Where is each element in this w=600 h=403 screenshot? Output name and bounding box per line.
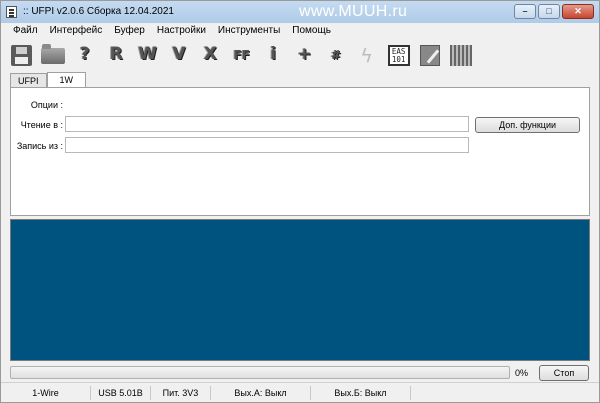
menu-buffer[interactable]: Буфер bbox=[108, 23, 151, 39]
app-window: :: UFPI v2.0.6 Сборка 12.04.2021 www.MUU… bbox=[0, 0, 600, 403]
eas101-icon: EAS 101 bbox=[387, 45, 410, 66]
app-icon bbox=[6, 6, 17, 18]
window-title: :: UFPI v2.0.6 Сборка 12.04.2021 bbox=[23, 6, 174, 17]
save-icon bbox=[11, 45, 32, 66]
read-icon: R bbox=[109, 44, 123, 64]
write-button[interactable]: W bbox=[135, 42, 161, 68]
eas101-button[interactable]: EAS 101 bbox=[386, 42, 412, 68]
plus-icon: + bbox=[297, 44, 312, 64]
close-icon: ✕ bbox=[574, 6, 582, 16]
menu-file[interactable]: Файл bbox=[7, 23, 44, 39]
tab-strip: UFPI 1W bbox=[10, 72, 87, 88]
info-icon: i bbox=[270, 44, 277, 64]
close-button[interactable]: ✕ bbox=[562, 4, 594, 19]
hash-button[interactable]: # bbox=[323, 42, 349, 68]
plus-button[interactable]: + bbox=[292, 42, 318, 68]
hash-icon: # bbox=[330, 48, 341, 62]
status-out-b: Вых.Б: Выкл bbox=[311, 385, 411, 400]
menu-help[interactable]: Помощь bbox=[286, 23, 337, 39]
menu-interface[interactable]: Интерфейс bbox=[44, 23, 109, 39]
maximize-button[interactable]: □ bbox=[538, 4, 560, 19]
stop-button[interactable]: Стоп bbox=[539, 365, 589, 381]
status-usb: USB 5.01B bbox=[91, 385, 151, 400]
tab-panel-1w: Опции : Чтение в : Доп. функции Запись и… bbox=[10, 87, 590, 216]
save-button[interactable] bbox=[9, 42, 35, 68]
lightning-icon: ϟ bbox=[360, 45, 373, 67]
open-folder-icon bbox=[41, 44, 66, 64]
write-icon: W bbox=[138, 44, 157, 64]
menu-tools[interactable]: Инструменты bbox=[212, 23, 286, 39]
extra-functions-button[interactable]: Доп. функции bbox=[475, 117, 580, 133]
progress-percent: 0% bbox=[515, 368, 529, 378]
read-button[interactable]: R bbox=[103, 42, 129, 68]
window-controls: – □ ✕ bbox=[514, 4, 594, 19]
read-label: Чтение в : bbox=[20, 120, 63, 130]
info-button[interactable]: i bbox=[260, 42, 286, 68]
power-button[interactable]: ϟ bbox=[354, 42, 380, 68]
minimize-icon: – bbox=[522, 6, 528, 16]
progress-bar bbox=[10, 366, 510, 379]
minimize-button[interactable]: – bbox=[514, 4, 536, 19]
maximize-icon: □ bbox=[546, 6, 552, 16]
toolbar: ? R W V X FF i + # ϟ EAS 101 bbox=[1, 39, 599, 71]
write-label: Запись из : bbox=[16, 141, 63, 151]
ff-button[interactable]: FF bbox=[229, 42, 255, 68]
status-bar: 1-Wire USB 5.01B Пит. 3V3 Вых.А: Выкл Вы… bbox=[1, 382, 599, 402]
read-input[interactable] bbox=[65, 116, 469, 132]
question-icon: ? bbox=[79, 44, 90, 64]
verify-icon: V bbox=[172, 44, 186, 64]
edit-button[interactable] bbox=[417, 42, 443, 68]
title-bar[interactable]: :: UFPI v2.0.6 Сборка 12.04.2021 www.MUU… bbox=[1, 1, 599, 23]
tab-1w[interactable]: 1W bbox=[46, 72, 87, 88]
ff-icon: FF bbox=[233, 48, 250, 62]
identify-button[interactable]: ? bbox=[72, 42, 98, 68]
log-area[interactable] bbox=[10, 219, 590, 361]
open-button[interactable] bbox=[40, 42, 66, 68]
tab-ufpi[interactable]: UFPI bbox=[10, 73, 47, 88]
edit-icon bbox=[420, 45, 441, 66]
write-input[interactable] bbox=[65, 137, 469, 153]
status-interface: 1-Wire bbox=[1, 385, 91, 400]
menu-settings[interactable]: Настройки bbox=[151, 23, 212, 39]
erase-button[interactable]: X bbox=[197, 42, 223, 68]
hex-button[interactable] bbox=[448, 42, 474, 68]
erase-icon: X bbox=[203, 44, 217, 64]
verify-button[interactable]: V bbox=[166, 42, 192, 68]
status-out-a: Вых.А: Выкл bbox=[211, 385, 311, 400]
options-label: Опции : bbox=[30, 100, 63, 110]
status-power: Пит. 3V3 bbox=[151, 385, 211, 400]
menu-bar: Файл Интерфейс Буфер Настройки Инструмен… bbox=[1, 23, 599, 39]
watermark: www.MUUH.ru bbox=[299, 3, 408, 20]
hex-grid-icon bbox=[450, 45, 473, 66]
